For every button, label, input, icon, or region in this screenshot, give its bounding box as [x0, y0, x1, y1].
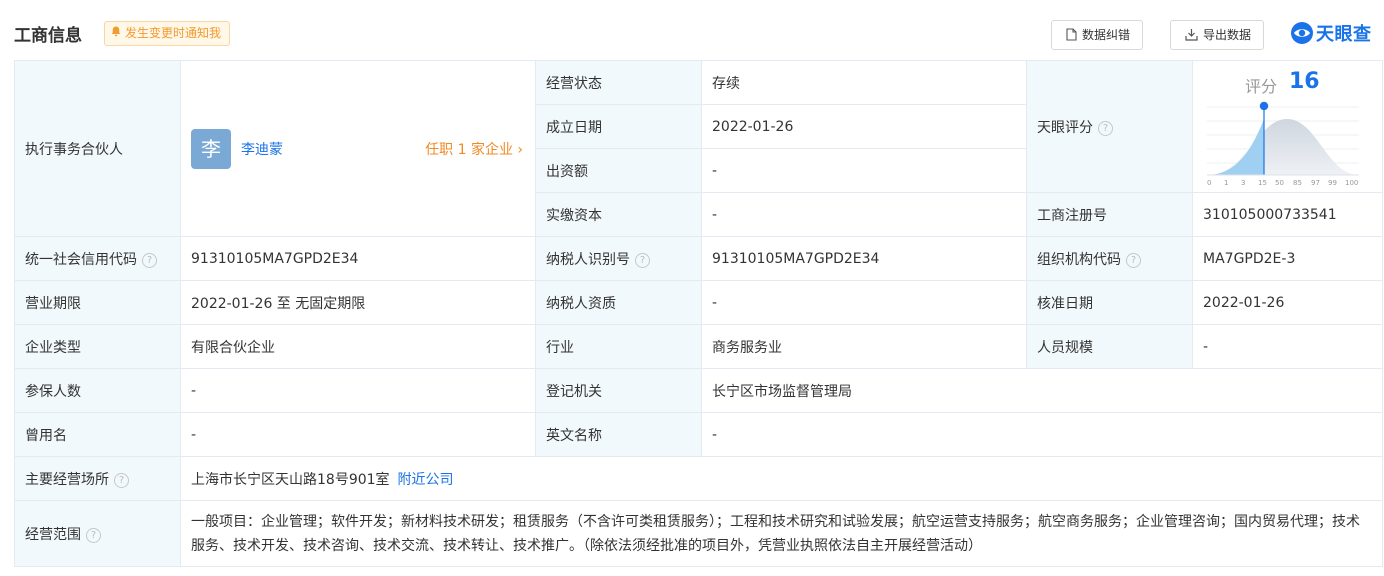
scale-tick: 0: [1207, 179, 1211, 187]
paid-capital-label: 实缴资本: [535, 192, 702, 237]
notify-label: 发生变更时通知我: [125, 26, 222, 40]
scope-value: 一般项目：企业管理；软件开发；新材料技术研发；租赁服务（不含许可类租赁服务）；工…: [180, 500, 1383, 567]
company-type-value: 有限合伙企业: [180, 324, 536, 369]
score-value: 16: [1289, 69, 1320, 94]
download-icon: [1185, 29, 1198, 41]
taxpayer-qual-label: 纳税人资质: [535, 280, 702, 325]
scale-tick: 99: [1328, 179, 1337, 187]
data-correction-button[interactable]: 数据纠错: [1051, 20, 1144, 50]
table-row: 执行事务合伙人 李李迪蒙 任职 1 家企业 › 经营状态 存续 天眼评分? 评分…: [14, 60, 1383, 237]
bell-icon: [111, 22, 121, 45]
score-widget: 评分 16 0 1 3 15 50 85 97 99 100: [1192, 60, 1383, 193]
taxpayer-id-label: 纳税人识别号: [546, 251, 630, 268]
status-value: 存续: [701, 60, 1027, 105]
contribution-label: 出资额: [535, 148, 702, 193]
help-icon[interactable]: ?: [1126, 252, 1141, 268]
former-name-label: 曾用名: [14, 412, 181, 457]
english-name-value: -: [701, 412, 1383, 457]
reg-number-label: 工商注册号: [1026, 192, 1193, 237]
logo-text: 天眼查: [1316, 24, 1372, 45]
partner-cell: 李李迪蒙 任职 1 家企业 ›: [180, 60, 536, 237]
partner-label: 执行事务合伙人: [14, 60, 181, 237]
taxpayer-id-value: 91310105MA7GPD2E34: [701, 236, 1027, 281]
address-value: 上海市长宁区天山路18号901室: [191, 471, 390, 488]
score-marker: [1259, 101, 1269, 111]
tianyancha-logo: 天眼查: [1290, 19, 1372, 47]
table-row: 主要经营场所? 上海市长宁区天山路18号901室 附近公司: [14, 456, 1383, 501]
former-name-value: -: [180, 412, 536, 457]
credit-code-value: 91310105MA7GPD2E34: [180, 236, 536, 281]
table-row: 参保人数 - 登记机关 长宁区市场监督管理局: [14, 368, 1383, 413]
export-data-label: 导出数据: [1203, 28, 1252, 42]
industry-label: 行业: [535, 324, 702, 369]
address-label: 主要经营场所: [25, 471, 109, 488]
document-icon: [1066, 28, 1077, 41]
export-data-button[interactable]: 导出数据: [1170, 20, 1265, 50]
notify-button[interactable]: 发生变更时通知我: [104, 21, 231, 46]
approval-date-label: 核准日期: [1026, 280, 1193, 325]
score-distribution-chart: 0 1 3 15 50 85 97 99 100: [1207, 101, 1359, 187]
help-icon[interactable]: ?: [86, 527, 101, 543]
authority-label: 登记机关: [535, 368, 702, 413]
scale-tick: 97: [1311, 179, 1320, 187]
partner-name-link[interactable]: 李迪蒙: [241, 142, 283, 158]
scale-tick: 15: [1258, 179, 1267, 187]
term-label: 营业期限: [14, 280, 181, 325]
table-row: 曾用名 - 英文名称 -: [14, 412, 1383, 457]
tianyan-score-label-cell: 天眼评分?: [1026, 60, 1193, 193]
table-row: 统一社会信用代码? 91310105MA7GPD2E34 纳税人识别号? 913…: [14, 236, 1383, 281]
scale-tick: 3: [1241, 179, 1245, 187]
taxpayer-qual-value: -: [701, 280, 1027, 325]
paid-capital-value: -: [701, 192, 1027, 237]
avatar: 李: [191, 128, 231, 169]
partner-jobs-link[interactable]: 任职 1 家企业 ›: [425, 139, 523, 159]
taxpayer-id-label-cell: 纳税人识别号?: [535, 236, 702, 281]
data-correction-label: 数据纠错: [1082, 28, 1131, 42]
page-header: 工商信息 发生变更时通知我 数据纠错 导出数据 天眼查: [0, 0, 1384, 60]
established-value: 2022-01-26: [701, 104, 1027, 149]
nearby-companies-link[interactable]: 附近公司: [398, 472, 454, 488]
scale-tick: 85: [1293, 179, 1302, 187]
term-value: 2022-01-26 至 无固定期限: [180, 280, 536, 325]
credit-code-label: 统一社会信用代码: [25, 251, 137, 268]
help-icon[interactable]: ?: [114, 472, 129, 488]
help-icon[interactable]: ?: [1098, 120, 1113, 136]
authority-value: 长宁区市场监督管理局: [701, 368, 1383, 413]
english-name-label: 英文名称: [535, 412, 702, 457]
reg-number-value: 310105000733541: [1192, 192, 1383, 237]
address-label-cell: 主要经营场所?: [14, 456, 181, 501]
status-label: 经营状态: [535, 60, 702, 105]
scale-tick: 100: [1345, 179, 1358, 187]
tianyan-score-label: 天眼评分: [1037, 119, 1093, 136]
org-code-label: 组织机构代码: [1037, 251, 1121, 268]
staff-size-value: -: [1192, 324, 1383, 369]
scope-label: 经营范围: [25, 526, 81, 543]
business-info-table: 执行事务合伙人 李李迪蒙 任职 1 家企业 › 经营状态 存续 天眼评分? 评分…: [14, 60, 1383, 567]
credit-code-label-cell: 统一社会信用代码?: [14, 236, 181, 281]
scope-label-cell: 经营范围?: [14, 500, 181, 567]
scale-tick: 1: [1224, 179, 1228, 187]
table-row: 经营范围? 一般项目：企业管理；软件开发；新材料技术研发；租赁服务（不含许可类租…: [14, 500, 1383, 567]
address-cell: 上海市长宁区天山路18号901室 附近公司: [180, 456, 1383, 501]
company-type-label: 企业类型: [14, 324, 181, 369]
help-icon[interactable]: ?: [635, 252, 650, 268]
staff-size-label: 人员规模: [1026, 324, 1193, 369]
org-code-value: MA7GPD2E-3: [1192, 236, 1383, 281]
insured-label: 参保人数: [14, 368, 181, 413]
approval-date-value: 2022-01-26: [1192, 280, 1383, 325]
score-title: 评分: [1245, 77, 1278, 96]
table-row: 企业类型 有限合伙企业 行业 商务服务业 人员规模 -: [14, 324, 1383, 369]
insured-value: -: [180, 368, 536, 413]
industry-value: 商务服务业: [701, 324, 1027, 369]
help-icon[interactable]: ?: [142, 252, 157, 268]
contribution-value: -: [701, 148, 1027, 193]
section-title: 工商信息: [14, 26, 82, 46]
eye-logo-icon: [1291, 22, 1313, 44]
org-code-label-cell: 组织机构代码?: [1026, 236, 1193, 281]
scale-tick: 50: [1275, 179, 1284, 187]
table-row: 营业期限 2022-01-26 至 无固定期限 纳税人资质 - 核准日期 202…: [14, 280, 1383, 325]
established-label: 成立日期: [535, 104, 702, 149]
